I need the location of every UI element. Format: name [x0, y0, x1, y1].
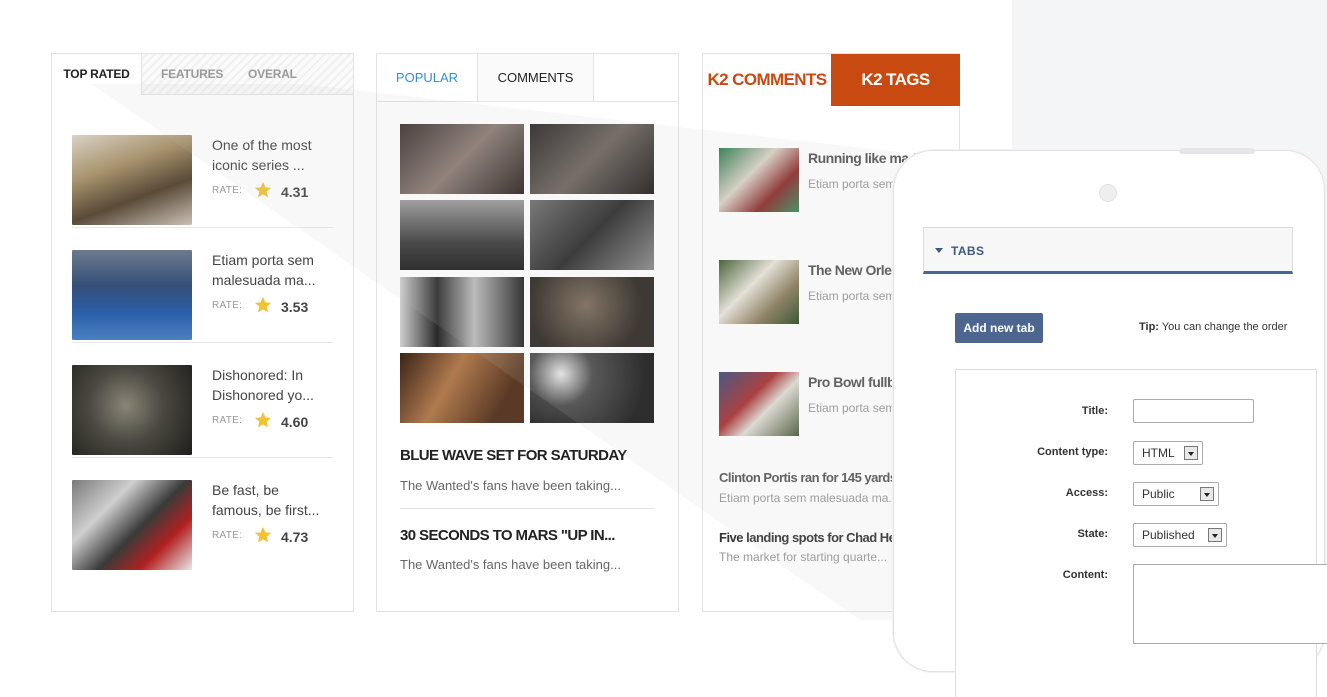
photo-thumbnail[interactable]: [400, 200, 524, 270]
state-label: State:: [1077, 528, 1108, 540]
title-label: Title:: [1081, 405, 1108, 417]
state-value: Published: [1142, 528, 1195, 542]
item-title[interactable]: One of the most iconic series ...: [212, 135, 330, 175]
item-thumbnail[interactable]: [72, 365, 192, 455]
popular-panel: POPULAR COMMENTS BLUE WAVE SET FOR SATUR…: [376, 53, 679, 612]
content-textarea[interactable]: [1133, 564, 1327, 644]
add-new-tab-button[interactable]: Add new tab: [955, 313, 1043, 343]
list-item[interactable]: Be fast, be famous, be first... RATE: 4.…: [72, 480, 333, 572]
dropdown-arrow-icon: [1200, 487, 1214, 501]
section-title: TABS: [951, 244, 985, 258]
tab-k2-comments[interactable]: K2 COMMENTS: [703, 54, 831, 106]
item-thumbnail[interactable]: [72, 480, 192, 570]
tip-label: Tip:: [1139, 321, 1159, 333]
tab-k2-tags[interactable]: K2 TAGS: [831, 54, 960, 106]
caret-down-icon: [935, 248, 943, 253]
photo-thumbnail[interactable]: [400, 124, 524, 194]
phone-mockup: TABS Add new tab Tip: You can change the…: [893, 148, 1327, 697]
list-item[interactable]: One of the most iconic series ... RATE: …: [72, 135, 333, 228]
tab-comments[interactable]: COMMENTS: [478, 54, 594, 101]
star-icon: [254, 181, 272, 198]
access-value: Public: [1142, 487, 1175, 501]
photo-thumbnail[interactable]: [400, 353, 524, 423]
item-title[interactable]: Be fast, be famous, be first...: [212, 480, 330, 520]
article-excerpt: The Wanted's fans have been taking...: [400, 478, 621, 493]
article-headline[interactable]: 30 SECONDS TO MARS "UP IN...: [400, 527, 660, 544]
phone-camera: [1099, 184, 1117, 202]
dropdown-arrow-icon: [1208, 528, 1222, 542]
rating-value: 3.53: [281, 299, 309, 315]
item-thumbnail[interactable]: [719, 260, 799, 324]
item-thumbnail[interactable]: [719, 372, 799, 436]
tab-popular[interactable]: POPULAR: [377, 54, 478, 101]
rating-value: 4.60: [281, 414, 309, 430]
tip-message: You can change the order: [1161, 321, 1288, 333]
article-headline[interactable]: BLUE WAVE SET FOR SATURDAY: [400, 447, 660, 464]
tip-text: Tip: You can change the order: [1139, 321, 1287, 333]
phone-speaker: [1179, 148, 1255, 154]
tab-bar: POPULAR COMMENTS: [377, 54, 678, 102]
divider: [400, 508, 654, 509]
photo-thumbnail[interactable]: [530, 353, 654, 423]
star-icon: [254, 411, 272, 428]
tab-top-rated[interactable]: TOP RATED: [52, 54, 142, 95]
rate-label: RATE:: [212, 530, 243, 541]
content-type-select[interactable]: HTML: [1133, 441, 1203, 465]
content-type-value: HTML: [1142, 446, 1175, 460]
item-thumbnail[interactable]: [72, 250, 192, 340]
tabs-section-header[interactable]: TABS: [923, 227, 1293, 274]
rating-value: 4.73: [281, 529, 309, 545]
rate-label: RATE:: [212, 300, 243, 311]
tab-bar: TOP RATED FEATURES OVERAL: [52, 54, 353, 95]
rate-label: RATE:: [212, 415, 243, 426]
item-thumbnail[interactable]: [719, 148, 799, 212]
tab-features[interactable]: FEATURES: [161, 54, 223, 94]
access-select[interactable]: Public: [1133, 482, 1219, 506]
photo-thumbnail[interactable]: [530, 200, 654, 270]
rating-value: 4.31: [281, 184, 309, 200]
star-icon: [254, 526, 272, 543]
content-label: Content:: [1062, 569, 1108, 581]
list-item[interactable]: Etiam porta sem malesuada ma... RATE: 3.…: [72, 250, 333, 343]
access-label: Access:: [1065, 487, 1108, 499]
title-field[interactable]: [1133, 399, 1254, 423]
list-item[interactable]: Dishonored: In Dishonored yo... RATE: 4.…: [72, 365, 333, 458]
photo-thumbnail[interactable]: [530, 277, 654, 347]
content-type-label: Content type:: [1037, 446, 1108, 458]
state-select[interactable]: Published: [1133, 523, 1227, 547]
top-rated-panel: TOP RATED FEATURES OVERAL One of the mos…: [51, 53, 354, 612]
admin-screen: TABS Add new tab Tip: You can change the…: [923, 227, 1327, 697]
article-excerpt: The Wanted's fans have been taking...: [400, 557, 621, 572]
photo-thumbnail[interactable]: [400, 277, 524, 347]
star-icon: [254, 296, 272, 313]
photo-thumbnail[interactable]: [530, 124, 654, 194]
tab-overal[interactable]: OVERAL: [248, 54, 297, 94]
item-title[interactable]: Etiam porta sem malesuada ma...: [212, 250, 330, 290]
item-title[interactable]: Dishonored: In Dishonored yo...: [212, 365, 330, 405]
tab-form: Title: Content type: HTML Access: Public…: [955, 369, 1327, 697]
rate-label: RATE:: [212, 185, 243, 196]
item-thumbnail[interactable]: [72, 135, 192, 225]
dropdown-arrow-icon: [1184, 446, 1198, 460]
